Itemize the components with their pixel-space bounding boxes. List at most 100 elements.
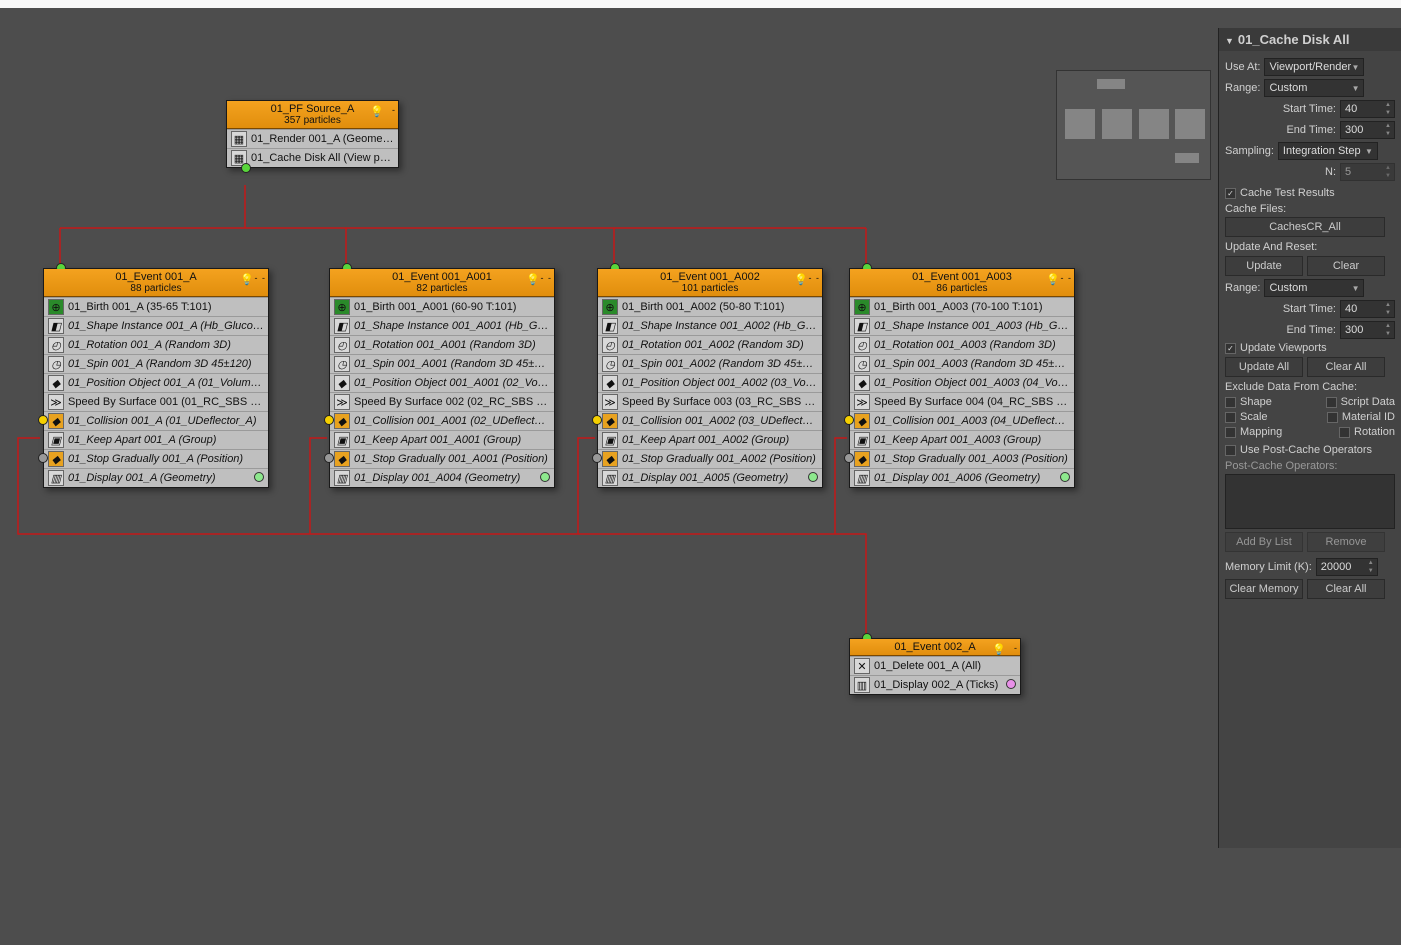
bulb-icon[interactable]: 💡 bbox=[370, 105, 380, 115]
range2-select[interactable]: Custom bbox=[1264, 279, 1364, 297]
bulb-icon[interactable]: 💡 bbox=[240, 273, 250, 283]
update-button[interactable]: Update bbox=[1225, 256, 1303, 276]
start-time-input[interactable]: 40▲▼ bbox=[1340, 100, 1395, 118]
bulb-icon[interactable]: 💡 bbox=[1046, 273, 1056, 283]
operator-row[interactable]: ⊕01_Birth 001_A003 (70-100 T:101) bbox=[850, 297, 1074, 316]
operator-row[interactable]: ◷01_Spin 001_A (Random 3D 45±120) bbox=[44, 354, 268, 373]
start2-input[interactable]: 40▲▼ bbox=[1340, 300, 1395, 318]
node-graph-canvas[interactable]: 01_PF Source_A 357 particles 💡 - ▦01_Ren… bbox=[0, 30, 1401, 945]
operator-row[interactable]: ◷01_Spin 001_A002 (Random 3D 45±120) bbox=[598, 354, 822, 373]
operator-row[interactable]: ◆01_Stop Gradually 001_A001 (Position) bbox=[330, 449, 554, 468]
test-port[interactable] bbox=[844, 415, 854, 425]
operator-row[interactable]: ◴01_Rotation 001_A001 (Random 3D) bbox=[330, 335, 554, 354]
operator-row[interactable]: ◆01_Collision 001_A001 (02_UDeflector_A) bbox=[330, 411, 554, 430]
operator-row[interactable]: ◆01_Stop Gradually 001_A003 (Position) bbox=[850, 449, 1074, 468]
operator-row[interactable]: ◆01_Position Object 001_A002 (03_Volume … bbox=[598, 373, 822, 392]
node-collapse-toggles[interactable]: - bbox=[1014, 643, 1018, 653]
node-collapse-toggles[interactable]: - - bbox=[541, 273, 553, 283]
exclude-shape-checkbox[interactable]: Shape bbox=[1225, 396, 1272, 408]
operator-row[interactable]: ◆01_Stop Gradually 001_A (Position) bbox=[44, 449, 268, 468]
panel-title[interactable]: 01_Cache Disk All bbox=[1219, 28, 1401, 51]
node-pf-source[interactable]: 01_PF Source_A 357 particles 💡 - ▦01_Ren… bbox=[226, 100, 399, 168]
operator-row[interactable]: ≫Speed By Surface 004 (04_RC_SBS emitter… bbox=[850, 392, 1074, 411]
cache-test-results-checkbox[interactable]: ✓Cache Test Results bbox=[1225, 187, 1395, 199]
exclude-scale-checkbox[interactable]: Scale bbox=[1225, 411, 1268, 423]
operator-row[interactable]: ◴01_Rotation 001_A (Random 3D) bbox=[44, 335, 268, 354]
operator-row[interactable]: ≫Speed By Surface 003 (03_RC_SBS emitter… bbox=[598, 392, 822, 411]
update-viewports-checkbox[interactable]: ✓Update Viewports bbox=[1225, 342, 1395, 354]
test-port[interactable] bbox=[592, 415, 602, 425]
operator-row[interactable]: ▣01_Keep Apart 001_A002 (Group) bbox=[598, 430, 822, 449]
operator-row[interactable]: ▣01_Keep Apart 001_A (Group) bbox=[44, 430, 268, 449]
node-event-3[interactable]: 01_Event 001_A002101 particles💡- - ⊕01_B… bbox=[597, 268, 823, 488]
operator-row[interactable]: ◆01_Stop Gradually 001_A002 (Position) bbox=[598, 449, 822, 468]
operator-row[interactable]: ◷01_Spin 001_A003 (Random 3D 45±120) bbox=[850, 354, 1074, 373]
output-port[interactable] bbox=[241, 163, 251, 173]
bulb-icon[interactable]: 💡 bbox=[992, 643, 1002, 653]
operator-row[interactable]: ◆01_Position Object 001_A001 (02_Volume … bbox=[330, 373, 554, 392]
collapse-icon[interactable] bbox=[1225, 32, 1234, 47]
operator-row[interactable]: ▦01_Cache Disk All (View port/R... bbox=[227, 148, 398, 167]
operator-row[interactable]: ≫Speed By Surface 001 (01_RC_SBS emitter… bbox=[44, 392, 268, 411]
node-event-2[interactable]: 01_Event 001_A00182 particles💡- - ⊕01_Bi… bbox=[329, 268, 555, 488]
operator-row[interactable]: ◧01_Shape Instance 001_A (Hb_Glucose_o..… bbox=[44, 316, 268, 335]
node-collapse-toggles[interactable]: - bbox=[392, 105, 396, 115]
node-event-5[interactable]: 01_Event 002_A💡- ✕01_Delete 001_A (All) … bbox=[849, 638, 1021, 695]
use-post-cache-checkbox[interactable]: Use Post-Cache Operators bbox=[1225, 444, 1395, 456]
operator-row[interactable]: ⊕01_Birth 001_A (35-65 T:101) bbox=[44, 297, 268, 316]
node-event-1[interactable]: 01_Event 001_A88 particles💡- - ⊕01_Birth… bbox=[43, 268, 269, 488]
operator-row[interactable]: ▥01_Display 001_A (Geometry) bbox=[44, 468, 268, 487]
bulb-icon[interactable]: 💡 bbox=[526, 273, 536, 283]
operator-row[interactable]: ▣01_Keep Apart 001_A001 (Group) bbox=[330, 430, 554, 449]
node-event-4[interactable]: 01_Event 001_A00386 particles💡- - ⊕01_Bi… bbox=[849, 268, 1075, 488]
operator-row[interactable]: ◆01_Collision 001_A (01_UDeflector_A) bbox=[44, 411, 268, 430]
sampling-select[interactable]: Integration Step bbox=[1278, 142, 1378, 160]
update-all-button[interactable]: Update All bbox=[1225, 357, 1303, 377]
node-collapse-toggles[interactable]: - - bbox=[255, 273, 267, 283]
operator-row[interactable]: ⊕01_Birth 001_A001 (60-90 T:101) bbox=[330, 297, 554, 316]
test-port[interactable] bbox=[38, 453, 48, 463]
range-select[interactable]: Custom bbox=[1264, 79, 1364, 97]
clear-memory-button[interactable]: Clear Memory bbox=[1225, 579, 1303, 599]
bulb-icon[interactable]: 💡 bbox=[794, 273, 804, 283]
operator-row[interactable]: ◧01_Shape Instance 001_A001 (Hb_Glucos..… bbox=[330, 316, 554, 335]
operator-row[interactable]: ⊕01_Birth 001_A002 (50-80 T:101) bbox=[598, 297, 822, 316]
test-port[interactable] bbox=[324, 415, 334, 425]
test-port[interactable] bbox=[38, 415, 48, 425]
operator-row[interactable]: ◧01_Shape Instance 001_A002 (Hb_Glucos..… bbox=[598, 316, 822, 335]
operator-row[interactable]: ◆01_Position Object 001_A003 (04_Volume … bbox=[850, 373, 1074, 392]
exclude-matid-checkbox[interactable]: Material ID bbox=[1327, 411, 1395, 423]
test-port[interactable] bbox=[844, 453, 854, 463]
operator-row[interactable]: ◴01_Rotation 001_A003 (Random 3D) bbox=[850, 335, 1074, 354]
node-collapse-toggles[interactable]: - - bbox=[809, 273, 821, 283]
exclude-mapping-checkbox[interactable]: Mapping bbox=[1225, 426, 1282, 438]
cache-files-button[interactable]: CachesCR_All bbox=[1225, 217, 1385, 237]
n-input[interactable]: 5▲▼ bbox=[1340, 163, 1395, 181]
post-cache-listbox[interactable] bbox=[1225, 474, 1395, 529]
operator-row[interactable]: ◆01_Collision 001_A003 (04_UDeflector_A) bbox=[850, 411, 1074, 430]
operator-row[interactable]: ◆01_Position Object 001_A (01_Volume Cyl… bbox=[44, 373, 268, 392]
remove-button[interactable]: Remove bbox=[1307, 532, 1385, 552]
operator-row[interactable]: ▣01_Keep Apart 001_A003 (Group) bbox=[850, 430, 1074, 449]
operator-row[interactable]: ▦01_Render 001_A (Geometry) bbox=[227, 129, 398, 148]
clear-all2-button[interactable]: Clear All bbox=[1307, 579, 1385, 599]
operator-row[interactable]: ▥01_Display 001_A006 (Geometry) bbox=[850, 468, 1074, 487]
end-time-input[interactable]: 300▲▼ bbox=[1340, 121, 1395, 139]
clear-button[interactable]: Clear bbox=[1307, 256, 1385, 276]
exclude-script-checkbox[interactable]: Script Data bbox=[1326, 396, 1395, 408]
clear-all-button[interactable]: Clear All bbox=[1307, 357, 1385, 377]
end2-input[interactable]: 300▲▼ bbox=[1340, 321, 1395, 339]
operator-row[interactable]: ◴01_Rotation 001_A002 (Random 3D) bbox=[598, 335, 822, 354]
test-port[interactable] bbox=[324, 453, 334, 463]
operator-row[interactable]: ◆01_Collision 001_A002 (03_UDeflector_A) bbox=[598, 411, 822, 430]
memory-limit-input[interactable]: 20000▲▼ bbox=[1316, 558, 1378, 576]
use-at-select[interactable]: Viewport/Render bbox=[1264, 58, 1364, 76]
exclude-rotation-checkbox[interactable]: Rotation bbox=[1339, 426, 1395, 438]
test-port[interactable] bbox=[592, 453, 602, 463]
operator-row[interactable]: ◷01_Spin 001_A001 (Random 3D 45±120) bbox=[330, 354, 554, 373]
operator-row[interactable]: ≫Speed By Surface 002 (02_RC_SBS emitter… bbox=[330, 392, 554, 411]
add-by-list-button[interactable]: Add By List bbox=[1225, 532, 1303, 552]
operator-row[interactable]: ◧01_Shape Instance 001_A003 (Hb_Glucos..… bbox=[850, 316, 1074, 335]
node-collapse-toggles[interactable]: - - bbox=[1061, 273, 1073, 283]
operator-row[interactable]: ▥01_Display 001_A004 (Geometry) bbox=[330, 468, 554, 487]
